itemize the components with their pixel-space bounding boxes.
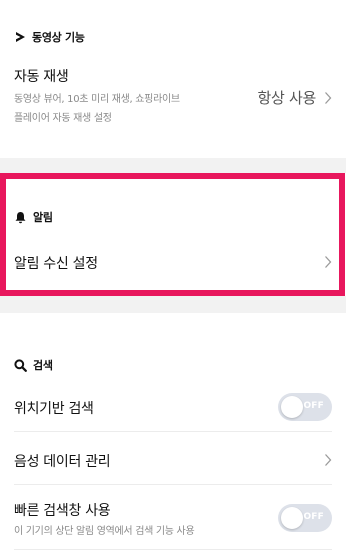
divider xyxy=(14,484,332,485)
location-search-row: 위치기반 검색 OFF xyxy=(14,391,332,423)
voice-data-row[interactable]: 음성 데이터 관리 xyxy=(14,445,332,475)
location-search-toggle[interactable]: OFF xyxy=(278,393,332,421)
quick-search-row: 빠른 검색창 사용 이 기기의 상단 알림 영역에서 검색 기능 사용 OFF xyxy=(14,497,332,545)
toggle-off-label: OFF xyxy=(303,401,324,411)
alarm-section-title: 알림 xyxy=(33,211,53,224)
location-search-title: 위치기반 검색 xyxy=(14,401,94,417)
section-gap xyxy=(0,158,346,173)
alarm-receive-settings-row[interactable]: 알림 수신 설정 xyxy=(14,247,332,277)
autoplay-description-line2: 플레이어 자동 재생 설정 xyxy=(14,113,112,124)
autoplay-value: 항상 사용 xyxy=(257,89,317,107)
quick-search-toggle[interactable]: OFF xyxy=(278,504,332,532)
autoplay-description-line1: 동영상 뷰어, 10초 미리 재생, 쇼핑라이브 xyxy=(14,94,180,105)
chevron-right-icon xyxy=(324,254,332,268)
autoplay-title: 자동 재생 xyxy=(14,69,69,85)
search-section-header: 검색 xyxy=(14,355,53,375)
quick-search-title: 빠른 검색창 사용 xyxy=(14,503,111,519)
alarm-section-header: 알림 xyxy=(14,207,53,227)
toggle-off-label: OFF xyxy=(303,512,324,522)
autoplay-row[interactable]: 자동 재생 동영상 뷰어, 10초 미리 재생, 쇼핑라이브 플레이어 자동 재… xyxy=(14,66,332,132)
divider xyxy=(14,431,332,432)
chevron-right-icon xyxy=(324,90,332,104)
voice-data-title: 음성 데이터 관리 xyxy=(14,454,111,470)
section-gap xyxy=(0,296,346,313)
chevron-right-icon xyxy=(324,452,332,466)
search-icon xyxy=(14,358,27,372)
divider xyxy=(14,549,332,550)
video-section-header: 동영상 기능 xyxy=(14,27,85,47)
search-section: 검색 위치기반 검색 OFF 음성 데이터 관리 빠른 검색창 사용 이 기기의… xyxy=(0,313,346,551)
search-section-title: 검색 xyxy=(33,359,53,372)
quick-search-description: 이 기기의 상단 알림 영역에서 검색 기능 사용 xyxy=(14,526,195,537)
bell-icon xyxy=(14,211,27,224)
toggle-knob xyxy=(281,507,303,529)
video-section-title: 동영상 기능 xyxy=(32,31,85,44)
toggle-knob xyxy=(281,396,303,418)
alarm-section: 알림 알림 수신 설정 xyxy=(0,173,346,296)
video-section: 동영상 기능 자동 재생 동영상 뷰어, 10초 미리 재생, 쇼핑라이브 플레… xyxy=(0,0,346,158)
play-triangle-icon xyxy=(14,31,26,43)
alarm-receive-settings-title: 알림 수신 설정 xyxy=(14,256,98,272)
